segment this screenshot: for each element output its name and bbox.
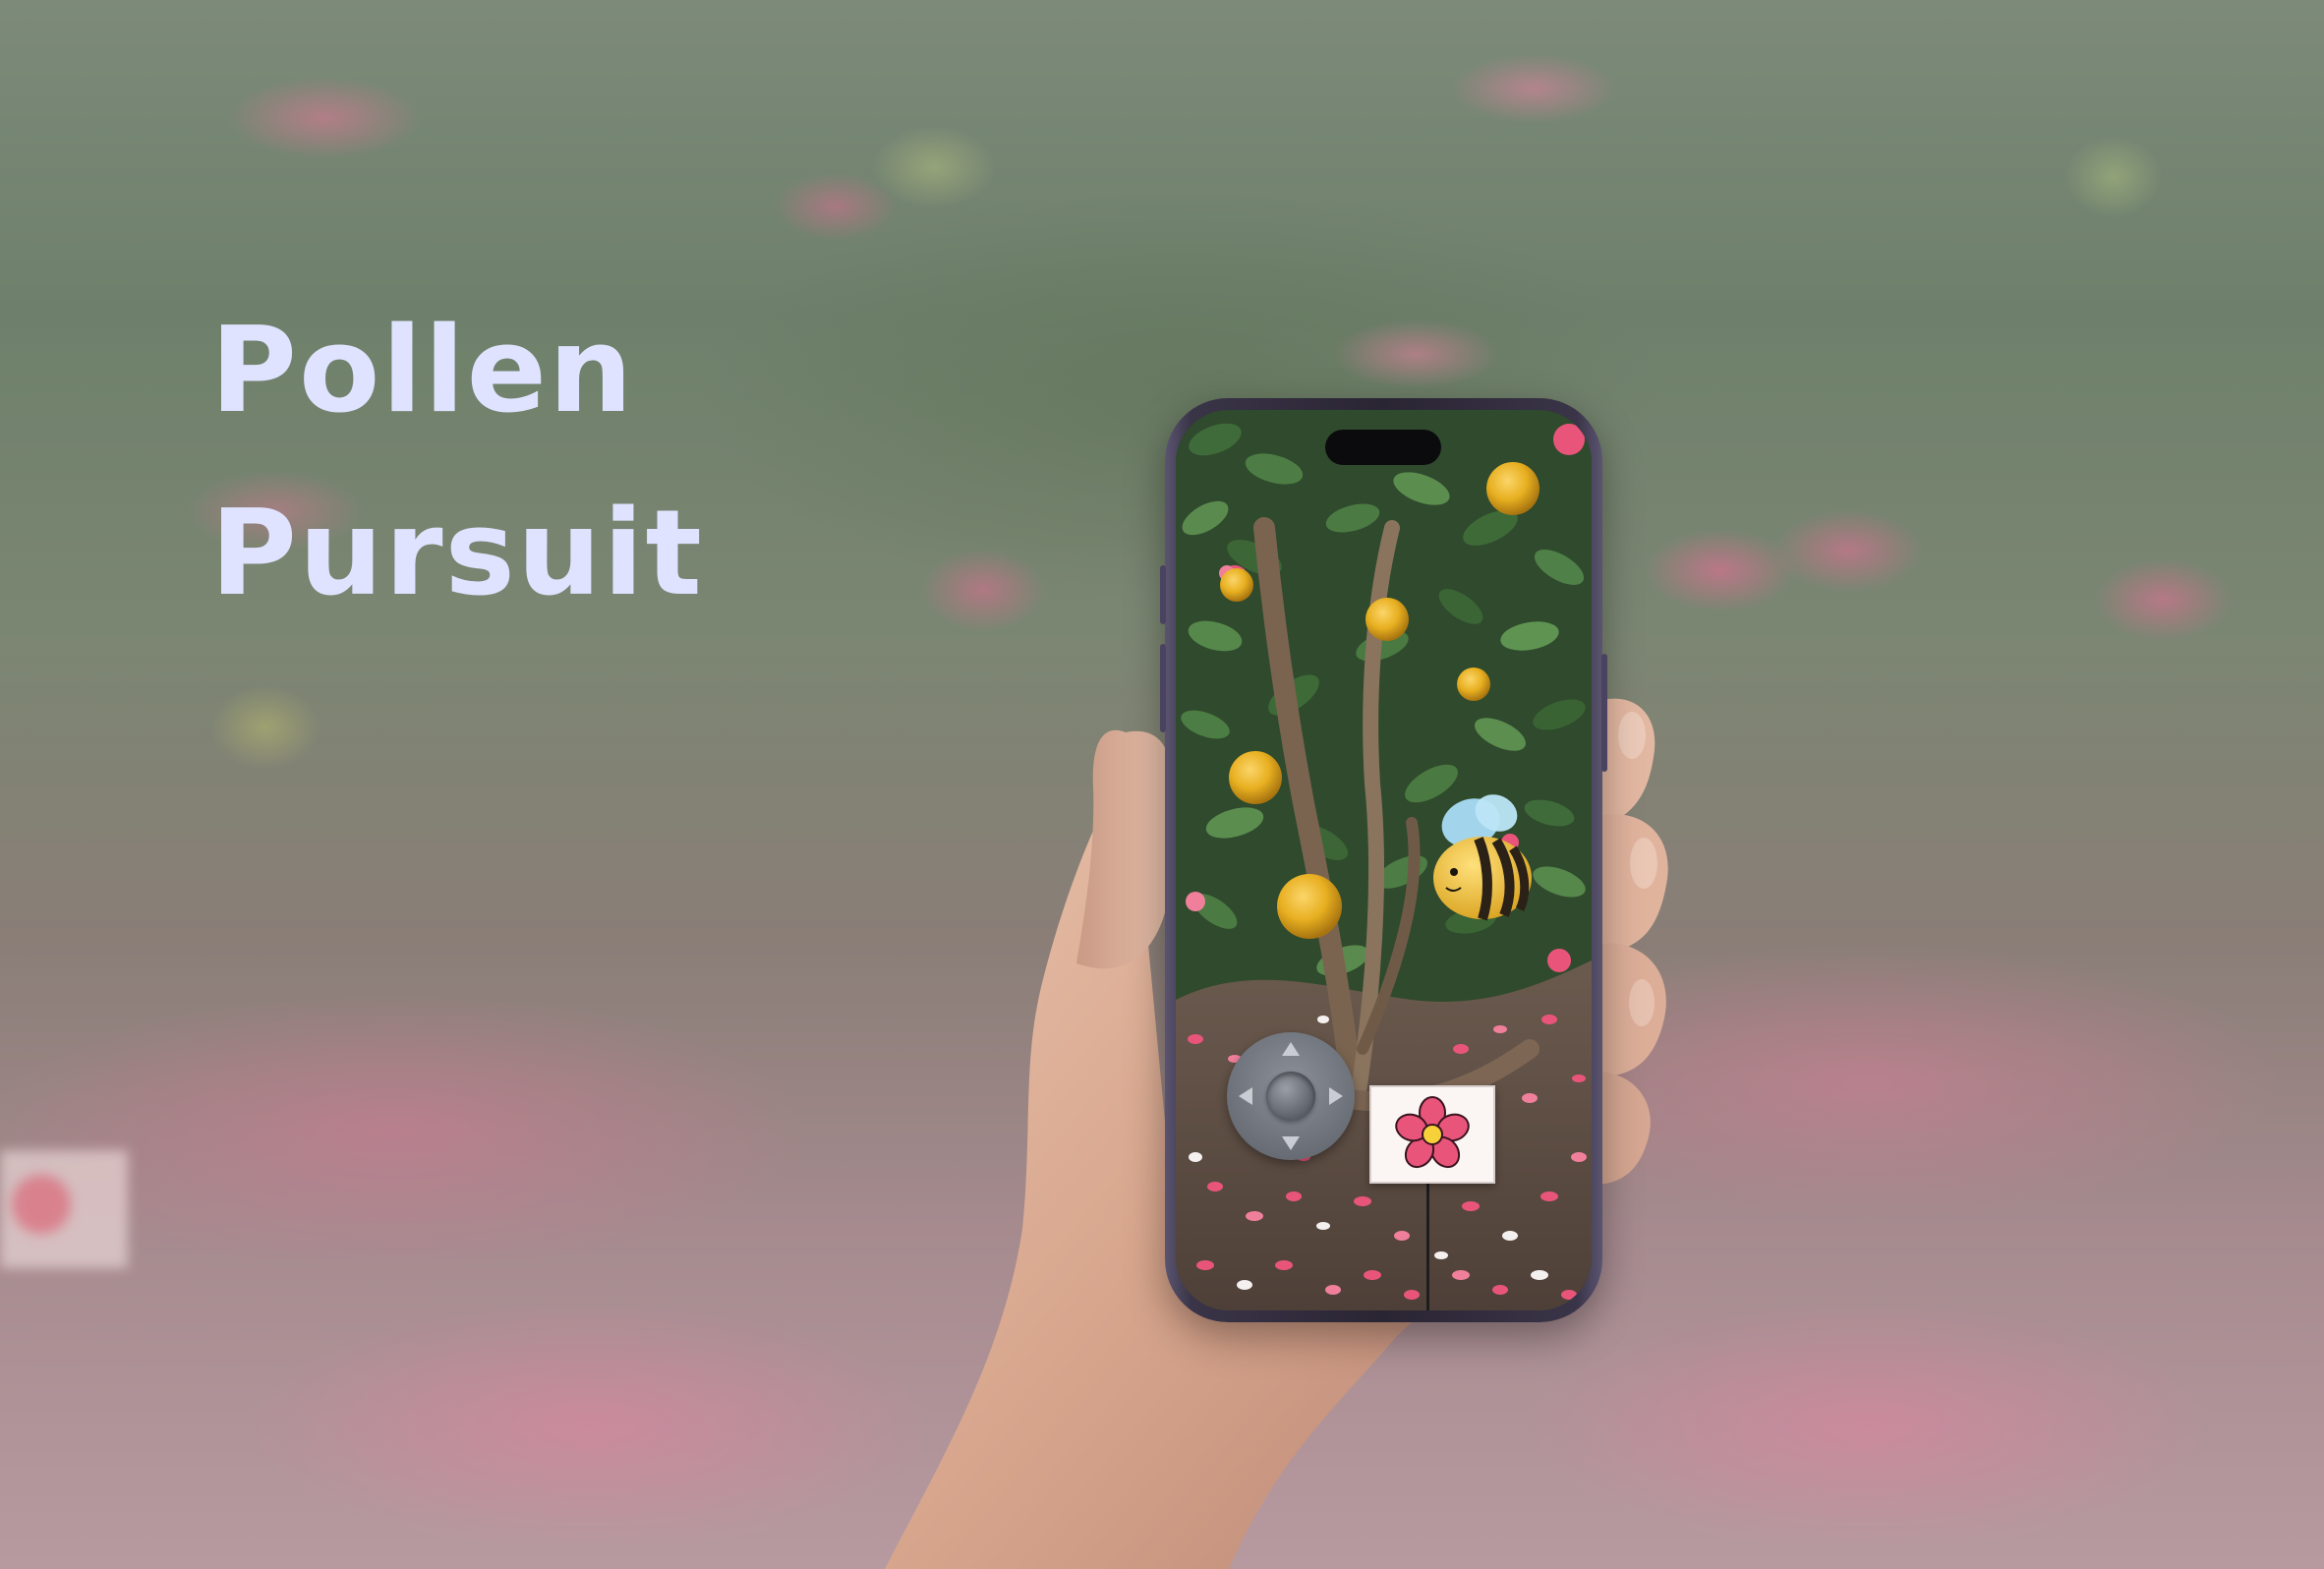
dpad-down-button[interactable] bbox=[1282, 1136, 1300, 1150]
fingernail bbox=[1630, 838, 1657, 889]
pollen-orb-icon[interactable] bbox=[1229, 751, 1282, 804]
fingernail bbox=[1618, 712, 1646, 759]
dpad-right-button[interactable] bbox=[1329, 1087, 1343, 1105]
dpad-icon[interactable] bbox=[1227, 1032, 1355, 1160]
fingernail bbox=[1629, 979, 1655, 1026]
pollen-orb-icon[interactable] bbox=[1486, 462, 1540, 515]
pollen-orb-icon[interactable] bbox=[1277, 874, 1342, 939]
dpad-left-button[interactable] bbox=[1239, 1087, 1252, 1105]
finger-2 bbox=[1598, 814, 1668, 954]
bee-eye bbox=[1450, 868, 1458, 876]
pollen-orb-icon[interactable] bbox=[1365, 598, 1409, 641]
phone-power-button bbox=[1601, 654, 1607, 772]
phone-volume-button bbox=[1160, 644, 1166, 732]
flower-sign-stick bbox=[1426, 1180, 1429, 1310]
hand-image bbox=[885, 698, 1668, 1569]
dynamic-island bbox=[1325, 430, 1441, 465]
flower-sign-icon[interactable] bbox=[1369, 1085, 1495, 1184]
pollen-orb-icon[interactable] bbox=[1220, 568, 1253, 602]
phone-device bbox=[1160, 398, 1607, 1322]
pollen-pursuit-scene: Pollen Pursuit bbox=[0, 0, 2324, 1569]
game-screen[interactable] bbox=[1176, 410, 1592, 1310]
dpad-up-button[interactable] bbox=[1282, 1042, 1300, 1056]
dpad-knob[interactable] bbox=[1266, 1072, 1315, 1121]
pollen-orb-icon[interactable] bbox=[1457, 668, 1490, 701]
flower-icon bbox=[1395, 1096, 1470, 1169]
phone-side-button bbox=[1160, 565, 1166, 624]
